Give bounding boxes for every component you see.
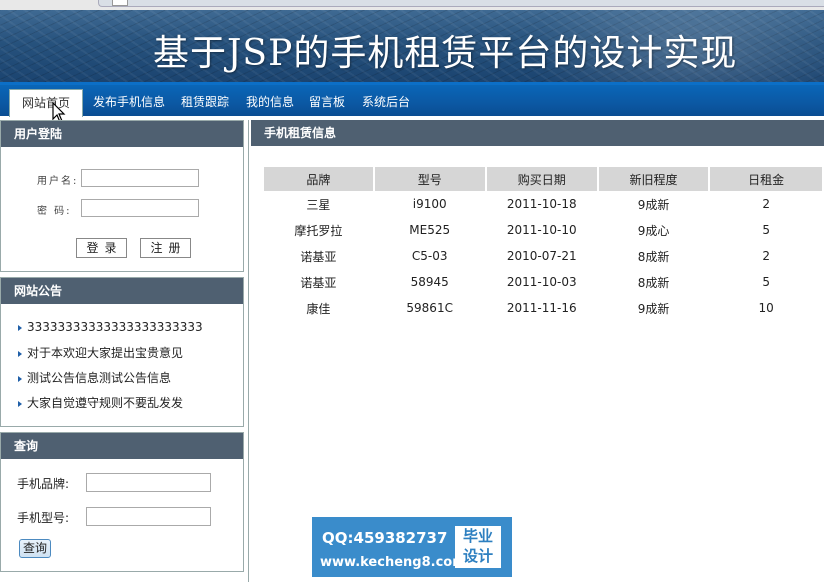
nav-item-tracking[interactable]: 租赁跟踪: [181, 93, 229, 110]
browser-tab-strip: [98, 0, 824, 7]
cell-model: 58945: [410, 275, 449, 289]
nav-item-my-info[interactable]: 我的信息: [246, 93, 294, 110]
table-row[interactable]: 诺基亚 58945 2011-10-03 8成新 5: [264, 269, 822, 295]
notice-item-text[interactable]: 测试公告信息测试公告信息: [27, 371, 171, 385]
cell-daily-rent: 5: [762, 275, 770, 289]
bullet-arrow-icon: [18, 350, 22, 357]
cell-model: ME525: [409, 223, 451, 237]
column-header-model: 型号: [374, 167, 485, 191]
cell-condition: 9成心: [637, 223, 670, 238]
site-title: 基于JSP的手机租赁平台的设计实现: [153, 33, 738, 74]
query-panel-title: 查询: [1, 433, 243, 459]
rental-panel: 手机租赁信息 品牌 型号 购买日期 新旧程度 日租金 三星 i9100 2011…: [251, 120, 824, 582]
password-label: 密 码:: [37, 206, 72, 217]
cell-daily-rent: 5: [762, 223, 770, 237]
column-divider: [248, 120, 249, 582]
table-row[interactable]: 诺基亚 C5-03 2010-07-21 8成新 2: [264, 243, 822, 269]
table-header-row: 品牌 型号 购买日期 新旧程度 日租金: [264, 167, 822, 191]
cell-condition: 9成新: [637, 197, 670, 212]
cell-model: i9100: [412, 197, 447, 211]
cell-brand: 摩托罗拉: [294, 223, 343, 238]
login-panel-title: 用户登陆: [1, 121, 243, 147]
site-banner: 基于JSP的手机租赁平台的设计实现: [0, 10, 824, 82]
cell-brand: 诺基亚: [300, 249, 337, 264]
column-header-purchase-date: 购买日期: [486, 167, 597, 191]
model-input[interactable]: [86, 507, 211, 526]
notice-item-text[interactable]: 对于本欢迎大家提出宝贵意见: [27, 346, 183, 360]
watermark-qq: QQ:459382737: [322, 529, 448, 547]
browser-top-strip: [0, 0, 824, 10]
register-button[interactable]: 注册: [140, 238, 191, 258]
cell-daily-rent: 2: [762, 249, 770, 263]
rental-table: 品牌 型号 购买日期 新旧程度 日租金 三星 i9100 2011-10-18 …: [262, 167, 824, 321]
notice-item[interactable]: 对于本欢迎大家提出宝贵意见: [18, 344, 183, 361]
cell-brand: 三星: [306, 197, 331, 212]
column-header-brand: 品牌: [264, 167, 373, 191]
table-row[interactable]: 摩托罗拉 ME525 2011-10-10 9成心 5: [264, 217, 822, 243]
notice-item[interactable]: 33333333333333333333333: [18, 320, 203, 334]
cell-purchase-date: 2010-07-21: [506, 249, 577, 263]
cell-brand: 康佳: [306, 301, 331, 316]
table-row[interactable]: 三星 i9100 2011-10-18 9成新 2: [264, 191, 822, 217]
cell-purchase-date: 2011-10-18: [506, 197, 577, 211]
cell-model: C5-03: [411, 249, 448, 263]
cell-purchase-date: 2011-10-10: [506, 223, 577, 237]
watermark-url: www.kecheng8.com: [320, 555, 466, 570]
cell-purchase-date: 2011-10-03: [506, 275, 577, 289]
brand-label: 手机品牌:: [17, 477, 70, 491]
notice-panel: 网站公告 33333333333333333333333 对于本欢迎大家提出宝贵…: [0, 277, 244, 427]
column-header-condition: 新旧程度: [598, 167, 709, 191]
notice-item[interactable]: 大家自觉遵守规则不要乱发发: [18, 394, 183, 411]
bullet-arrow-icon: [18, 324, 22, 331]
notice-item-text[interactable]: 33333333333333333333333: [27, 320, 203, 334]
bullet-arrow-icon: [18, 400, 22, 407]
notice-panel-title: 网站公告: [1, 278, 243, 304]
rental-panel-title: 手机租赁信息: [251, 120, 824, 146]
table-row[interactable]: 康佳 59861C 2011-11-16 9成新 10: [264, 295, 822, 321]
brand-input[interactable]: [86, 473, 211, 492]
query-button[interactable]: 查询: [19, 539, 52, 558]
password-input[interactable]: [81, 199, 199, 217]
watermark-badge: 毕业 设计: [455, 526, 501, 568]
query-panel: 查询 手机品牌: 手机型号: 查询: [0, 432, 244, 572]
notice-item[interactable]: 测试公告信息测试公告信息: [18, 369, 171, 386]
watermark-ad: QQ:459382737 www.kecheng8.com 毕业 设计: [312, 517, 512, 577]
nav-item-home[interactable]: 网站首页: [9, 89, 84, 117]
nav-item-publish[interactable]: 发布手机信息: [93, 93, 165, 110]
cell-model: 59861C: [406, 301, 453, 315]
login-button[interactable]: 登录: [76, 238, 127, 258]
column-header-daily-rent: 日租金: [710, 167, 822, 191]
browser-tab-close[interactable]: [112, 0, 128, 6]
login-panel: 用户登陆 用户名: 密 码: 登录 注册: [0, 120, 244, 272]
watermark-badge-line1: 毕业: [462, 527, 493, 545]
nav-item-admin[interactable]: 系统后台: [362, 93, 410, 110]
cell-purchase-date: 2011-11-16: [506, 301, 577, 315]
bullet-arrow-icon: [18, 375, 22, 382]
cell-condition: 8成新: [637, 275, 670, 290]
main-nav: 网站首页 发布手机信息 租赁跟踪 我的信息 留言板 系统后台: [0, 82, 824, 117]
nav-item-guestbook[interactable]: 留言板: [309, 93, 345, 110]
cell-condition: 9成新: [637, 301, 670, 316]
cell-brand: 诺基亚: [300, 275, 337, 290]
cell-daily-rent: 10: [758, 301, 774, 315]
username-input[interactable]: [81, 169, 199, 187]
watermark-badge-line2: 设计: [462, 547, 493, 565]
cell-condition: 8成新: [637, 249, 670, 264]
cell-daily-rent: 2: [762, 197, 770, 211]
notice-item-text[interactable]: 大家自觉遵守规则不要乱发发: [27, 396, 183, 410]
model-label: 手机型号:: [17, 511, 70, 525]
username-label: 用户名:: [37, 176, 79, 187]
